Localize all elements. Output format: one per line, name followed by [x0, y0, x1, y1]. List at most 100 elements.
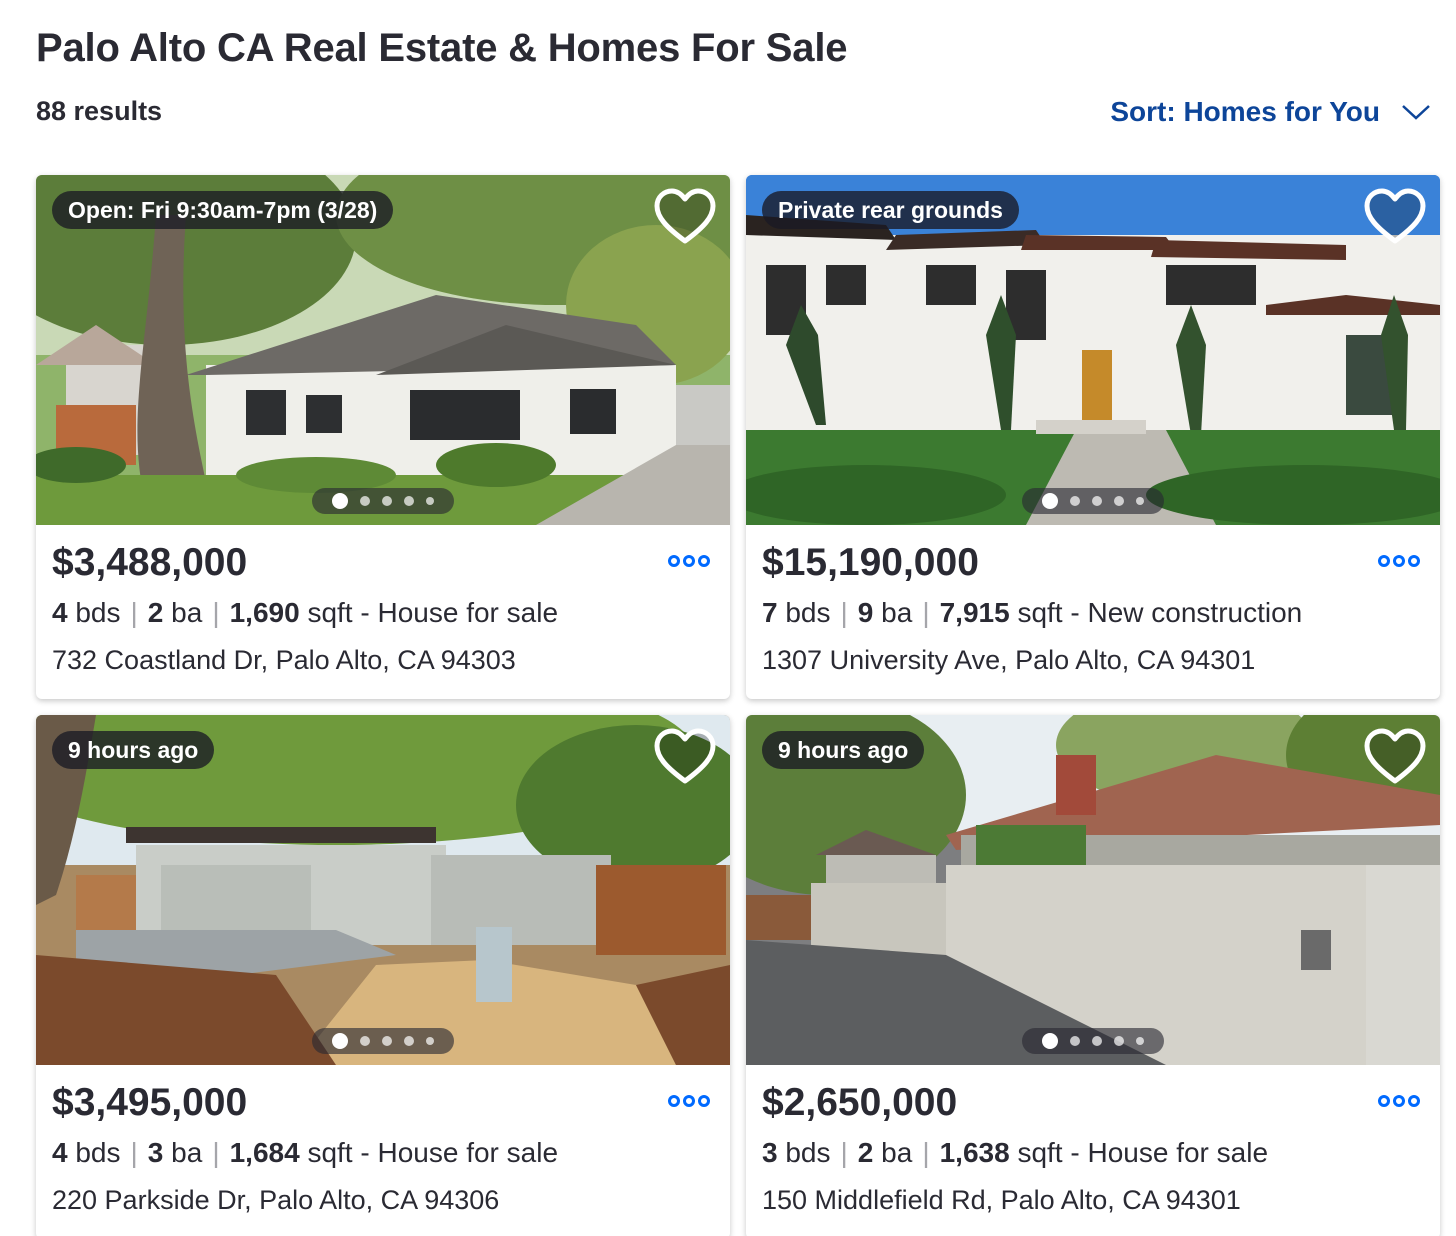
- listing-type: - House for sale: [352, 1137, 559, 1168]
- carousel-dot[interactable]: [1136, 1037, 1144, 1045]
- listing-card[interactable]: Open: Fri 9:30am-7pm (3/28) $3,488,000 4…: [36, 175, 730, 699]
- listing-type: - New construction: [1062, 597, 1303, 628]
- baths-count: 2: [147, 597, 164, 628]
- heart-icon: [1364, 728, 1426, 784]
- listing-price: $2,650,000: [762, 1081, 958, 1124]
- beds-count: 4: [52, 1137, 68, 1168]
- beds-unit: bds: [75, 597, 121, 628]
- listing-price: $3,488,000: [52, 541, 248, 584]
- carousel-dot[interactable]: [404, 1036, 414, 1046]
- listing-address[interactable]: 732 Coastland Dr, Palo Alto, CA 94303: [52, 645, 516, 676]
- beds-count: 7: [762, 597, 778, 628]
- carousel-dot[interactable]: [360, 496, 370, 506]
- heart-icon: [654, 728, 716, 784]
- carousel-dot[interactable]: [382, 1036, 392, 1046]
- photo-carousel-dots[interactable]: [1022, 1028, 1164, 1054]
- sqft-unit: sqft: [307, 597, 353, 628]
- listing-address[interactable]: 1307 University Ave, Palo Alto, CA 94301: [762, 645, 1255, 676]
- beds-unit: bds: [785, 597, 831, 628]
- carousel-dot[interactable]: [1092, 1036, 1102, 1046]
- baths-count: 9: [857, 597, 874, 628]
- carousel-dot[interactable]: [382, 496, 392, 506]
- carousel-dot[interactable]: [332, 493, 348, 509]
- sort-label: Sort: Homes for You: [1110, 96, 1380, 127]
- listing-card[interactable]: 9 hours ago $2,650,000 3 bds | 2 ba | 1,638 …: [746, 715, 1440, 1236]
- listing-card[interactable]: Private rear grounds $15,190,000 7 bds | 9…: [746, 175, 1440, 699]
- listing-price: $3,495,000: [52, 1081, 248, 1124]
- page-title: Palo Alto CA Real Estate & Homes For Sal…: [36, 26, 848, 70]
- heart-icon: [654, 188, 716, 244]
- fact-separator: |: [840, 597, 848, 628]
- sqft-value: 1,690: [229, 597, 300, 628]
- carousel-dot[interactable]: [1070, 496, 1080, 506]
- carousel-dot[interactable]: [1114, 496, 1124, 506]
- chevron-down-icon: [1402, 105, 1430, 120]
- sqft-value: 1,638: [939, 1137, 1010, 1168]
- carousel-dot[interactable]: [1070, 1036, 1080, 1046]
- carousel-dot[interactable]: [1114, 1036, 1124, 1046]
- results-count: 88 results: [36, 96, 163, 126]
- carousel-dot[interactable]: [426, 1037, 434, 1045]
- sqft-value: 1,684: [229, 1137, 300, 1168]
- fact-separator: |: [130, 1137, 138, 1168]
- carousel-dot[interactable]: [360, 1036, 370, 1046]
- listing-address[interactable]: 220 Parkside Dr, Palo Alto, CA 94306: [52, 1185, 499, 1216]
- listing-badge: Private rear grounds: [762, 191, 1019, 229]
- listing-photo[interactable]: Open: Fri 9:30am-7pm (3/28): [36, 175, 730, 525]
- listing-photo[interactable]: Private rear grounds: [746, 175, 1440, 525]
- listing-details: $3,488,000 4 bds | 2 ba | 1,690 sqft - House…: [36, 525, 730, 699]
- carousel-dot[interactable]: [1042, 493, 1058, 509]
- carousel-dot[interactable]: [1042, 1033, 1058, 1049]
- sort-dropdown[interactable]: Sort: Homes for You: [1110, 96, 1432, 128]
- baths-count: 3: [147, 1137, 164, 1168]
- more-options-icon[interactable]: [668, 1095, 712, 1111]
- save-button[interactable]: [1362, 727, 1428, 787]
- save-button[interactable]: [652, 187, 718, 247]
- more-options-icon[interactable]: [1378, 1095, 1422, 1111]
- listing-card[interactable]: 9 hours ago $3,495,000 4 bds | 3 ba | 1,684 …: [36, 715, 730, 1236]
- sqft-unit: sqft: [1017, 597, 1063, 628]
- listing-badge: Open: Fri 9:30am-7pm (3/28): [52, 191, 394, 229]
- listing-details: $15,190,000 7 bds | 9 ba | 7,915 sqft - New …: [746, 525, 1440, 699]
- fact-separator: |: [840, 1137, 848, 1168]
- more-options-icon[interactable]: [668, 555, 712, 571]
- more-options-icon[interactable]: [1378, 555, 1422, 571]
- carousel-dot[interactable]: [426, 497, 434, 505]
- baths-count: 2: [857, 1137, 874, 1168]
- carousel-dot[interactable]: [1136, 497, 1144, 505]
- listing-type: - House for sale: [352, 597, 559, 628]
- fact-separator: |: [212, 597, 220, 628]
- carousel-dot[interactable]: [332, 1033, 348, 1049]
- fact-separator: |: [922, 1137, 930, 1168]
- sqft-unit: sqft: [307, 1137, 353, 1168]
- listing-type: - House for sale: [1062, 1137, 1269, 1168]
- beds-unit: bds: [75, 1137, 121, 1168]
- photo-carousel-dots[interactable]: [1022, 488, 1164, 514]
- save-button[interactable]: [652, 727, 718, 787]
- sqft-value: 7,915: [939, 597, 1010, 628]
- carousel-dot[interactable]: [404, 496, 414, 506]
- carousel-dot[interactable]: [1092, 496, 1102, 506]
- beds-count: 4: [52, 597, 68, 628]
- listing-facts: 4 bds | 3 ba | 1,684 sqft - House for sale: [52, 1137, 558, 1169]
- beds-unit: bds: [785, 1137, 831, 1168]
- listing-address[interactable]: 150 Middlefield Rd, Palo Alto, CA 94301: [762, 1185, 1241, 1216]
- listing-facts: 3 bds | 2 ba | 1,638 sqft - House for sale: [762, 1137, 1268, 1169]
- listing-badge: 9 hours ago: [762, 731, 925, 769]
- beds-count: 3: [762, 1137, 778, 1168]
- fact-separator: |: [922, 597, 930, 628]
- listing-details: $3,495,000 4 bds | 3 ba | 1,684 sqft - House…: [36, 1065, 730, 1236]
- fact-separator: |: [130, 597, 138, 628]
- listing-photo[interactable]: 9 hours ago: [746, 715, 1440, 1065]
- save-button[interactable]: [1362, 187, 1428, 247]
- baths-unit: ba: [881, 597, 913, 628]
- heart-icon: [1364, 188, 1426, 244]
- listing-photo[interactable]: 9 hours ago: [36, 715, 730, 1065]
- listing-price: $15,190,000: [762, 541, 979, 584]
- photo-carousel-dots[interactable]: [312, 488, 454, 514]
- listing-facts: 7 bds | 9 ba | 7,915 sqft - New construction: [762, 597, 1302, 629]
- photo-carousel-dots[interactable]: [312, 1028, 454, 1054]
- listing-facts: 4 bds | 2 ba | 1,690 sqft - House for sale: [52, 597, 558, 629]
- baths-unit: ba: [881, 1137, 913, 1168]
- listing-badge: 9 hours ago: [52, 731, 215, 769]
